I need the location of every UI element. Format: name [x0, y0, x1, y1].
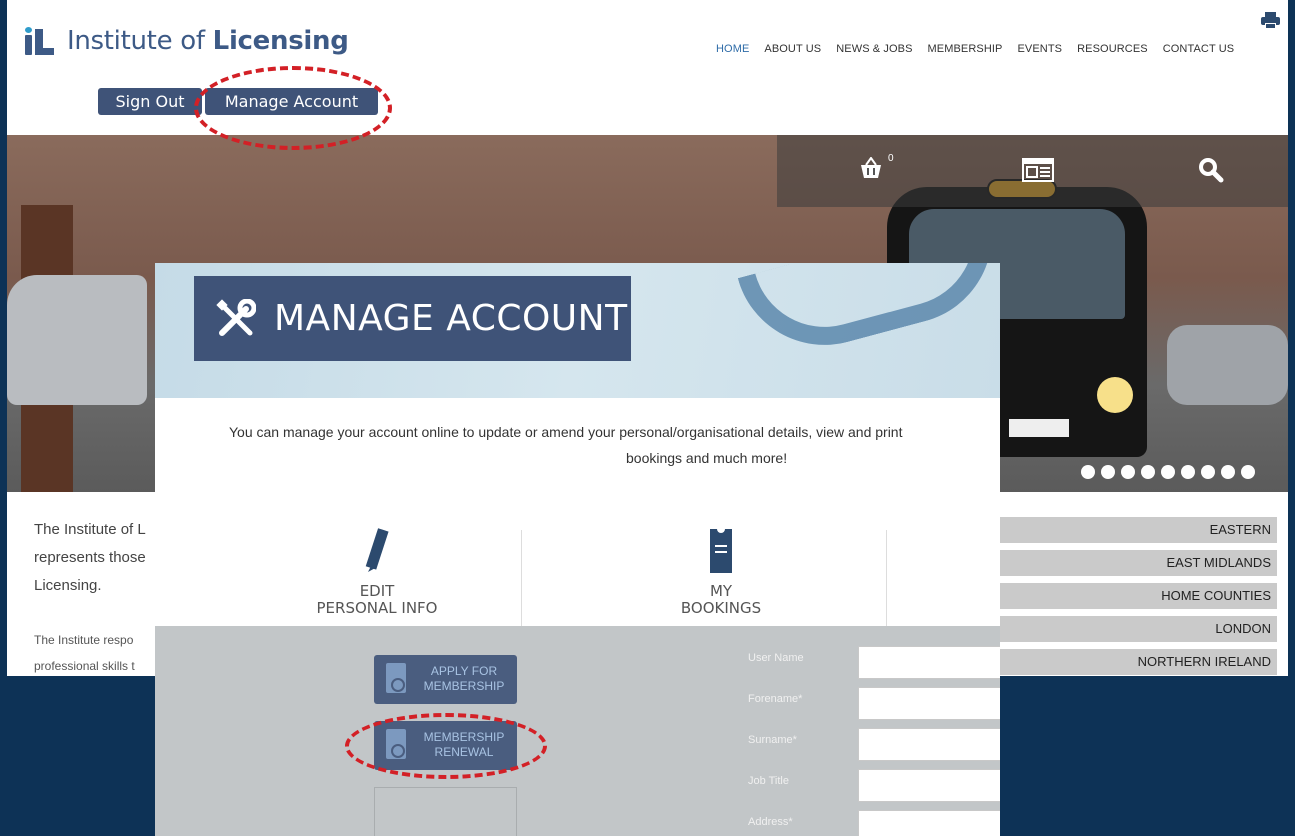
tile-label: BOOKINGS: [680, 599, 762, 617]
manage-account-description: You can manage your account online to up…: [229, 424, 903, 440]
newspaper-icon[interactable]: [1022, 158, 1054, 182]
region-east-midlands[interactable]: EAST MIDLANDS: [1000, 550, 1277, 576]
carousel-dot[interactable]: [1121, 465, 1135, 479]
carousel-dot[interactable]: [1221, 465, 1235, 479]
button-label: MEMBERSHIP: [423, 679, 505, 693]
manage-account-screenshot: MANAGE ACCOUNT You can manage your accou…: [155, 263, 1000, 836]
label-address: Address*: [748, 816, 793, 828]
label-surname: Surname*: [748, 734, 797, 746]
print-icon[interactable]: [1261, 12, 1280, 29]
sign-out-button[interactable]: Sign Out: [98, 88, 202, 115]
nav-item-contact-us[interactable]: CONTACT US: [1163, 43, 1235, 55]
region-home-counties[interactable]: HOME COUNTIES: [1000, 583, 1277, 609]
button-label: APPLY FOR: [430, 664, 498, 678]
apply-for-membership-button[interactable]: APPLY FOR MEMBERSHIP: [374, 655, 517, 704]
my-bookings-tile[interactable]: MY BOOKINGS: [621, 525, 821, 617]
site-logo[interactable]: Institute of Licensing: [25, 26, 349, 56]
label-job-title: Job Title: [748, 775, 789, 787]
nav-item-about-us[interactable]: ABOUT US: [764, 43, 821, 55]
nav-item-membership[interactable]: MEMBERSHIP: [928, 43, 1003, 55]
wrench-screwdriver-icon: [216, 298, 256, 336]
tile-divider: [521, 530, 522, 630]
surname-input[interactable]: [858, 728, 1000, 761]
search-icon[interactable]: [1198, 157, 1224, 183]
logo-mark-icon: [25, 27, 55, 55]
logo-text-light: Institute of: [67, 26, 213, 56]
carousel-dot[interactable]: [1081, 465, 1095, 479]
nav-item-news-jobs[interactable]: NEWS & JOBS: [836, 43, 912, 55]
carousel-dot[interactable]: [1241, 465, 1255, 479]
tile-label: MY: [709, 582, 733, 600]
highlight-membership-renewal: [345, 713, 547, 779]
nav-item-resources[interactable]: RESOURCES: [1077, 43, 1148, 55]
tile-label: PERSONAL INFO: [316, 599, 438, 617]
banner-decor: [737, 263, 1000, 366]
label-user-name: User Name: [748, 652, 804, 664]
edit-personal-info-tile[interactable]: EDIT PERSONAL INFO: [277, 525, 477, 617]
car-left-decor: [7, 275, 147, 405]
pencil-icon: [365, 528, 389, 572]
tile-divider: [886, 530, 887, 630]
manage-account-banner: MANAGE ACCOUNT: [155, 263, 1000, 398]
carousel-dots: [1081, 465, 1255, 479]
page-title: MANAGE ACCOUNT: [274, 298, 628, 339]
region-london[interactable]: LONDON: [1000, 616, 1277, 642]
carousel-dot[interactable]: [1101, 465, 1115, 479]
document-icon: [386, 663, 406, 693]
logo-text-bold: Licensing: [212, 26, 349, 56]
carousel-dot[interactable]: [1141, 465, 1155, 479]
main-nav: HOME ABOUT US NEWS & JOBS MEMBERSHIP EVE…: [716, 43, 1234, 55]
label-forename: Forename*: [748, 693, 803, 705]
address-input[interactable]: [858, 810, 1000, 836]
highlight-manage-account: [194, 66, 392, 150]
carousel-dot[interactable]: [1181, 465, 1195, 479]
nav-item-events[interactable]: EVENTS: [1018, 43, 1063, 55]
region-eastern[interactable]: EASTERN: [1000, 517, 1277, 543]
user-name-input[interactable]: [858, 646, 1000, 679]
forename-input[interactable]: [858, 687, 1000, 720]
job-title-input[interactable]: [858, 769, 1000, 802]
region-northern-ireland[interactable]: NORTHERN IRELAND: [1000, 649, 1277, 675]
empty-placeholder-box: [374, 787, 517, 836]
manage-account-description-2: bookings and much more!: [626, 450, 788, 466]
ticket-icon: [710, 525, 732, 573]
region-list: EASTERN EAST MIDLANDS HOME COUNTIES LOND…: [1000, 517, 1277, 676]
basket-count: 0: [888, 153, 894, 164]
basket-icon[interactable]: [859, 157, 883, 179]
carousel-dot[interactable]: [1161, 465, 1175, 479]
account-panel: APPLY FOR MEMBERSHIP MEMBERSHIP RENEWAL …: [155, 626, 1000, 836]
nav-item-home[interactable]: HOME: [716, 43, 749, 55]
tile-label: EDIT: [359, 582, 395, 600]
manage-account-title-box: MANAGE ACCOUNT: [194, 276, 631, 361]
carousel-dot[interactable]: [1201, 465, 1215, 479]
car-right-decor: [1167, 325, 1288, 405]
